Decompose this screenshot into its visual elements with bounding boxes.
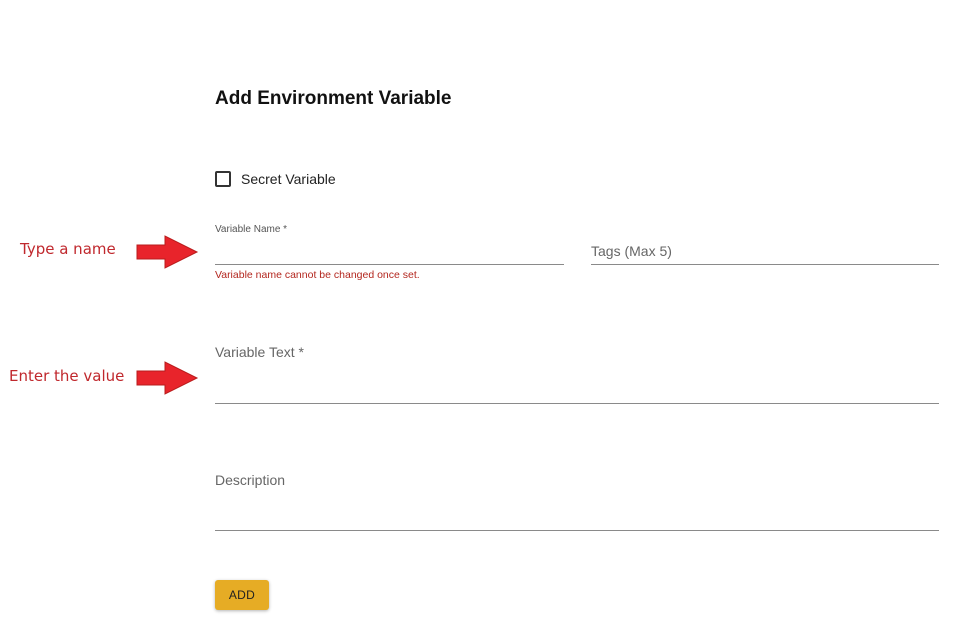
variable-text-underline bbox=[215, 403, 939, 404]
right-arrow-icon bbox=[136, 361, 199, 395]
checkbox-box[interactable] bbox=[215, 171, 231, 187]
variable-name-input[interactable] bbox=[215, 238, 564, 264]
tags-input[interactable] bbox=[591, 238, 939, 264]
description-input[interactable] bbox=[215, 468, 939, 530]
variable-name-label: Variable Name * bbox=[215, 224, 288, 235]
annotation-enter-the-value: Enter the value bbox=[9, 367, 125, 385]
variable-text-input[interactable] bbox=[215, 340, 939, 403]
variable-name-hint: Variable name cannot be changed once set… bbox=[215, 269, 420, 281]
tags-underline bbox=[591, 264, 939, 265]
description-underline bbox=[215, 530, 939, 531]
annotation-type-a-name: Type a name bbox=[20, 240, 116, 258]
secret-variable-checkbox[interactable]: Secret Variable bbox=[215, 170, 336, 188]
add-button[interactable]: ADD bbox=[215, 580, 269, 610]
variable-name-underline bbox=[215, 264, 564, 265]
page-title: Add Environment Variable bbox=[215, 88, 452, 109]
secret-variable-label: Secret Variable bbox=[241, 171, 336, 187]
right-arrow-icon bbox=[136, 235, 199, 269]
